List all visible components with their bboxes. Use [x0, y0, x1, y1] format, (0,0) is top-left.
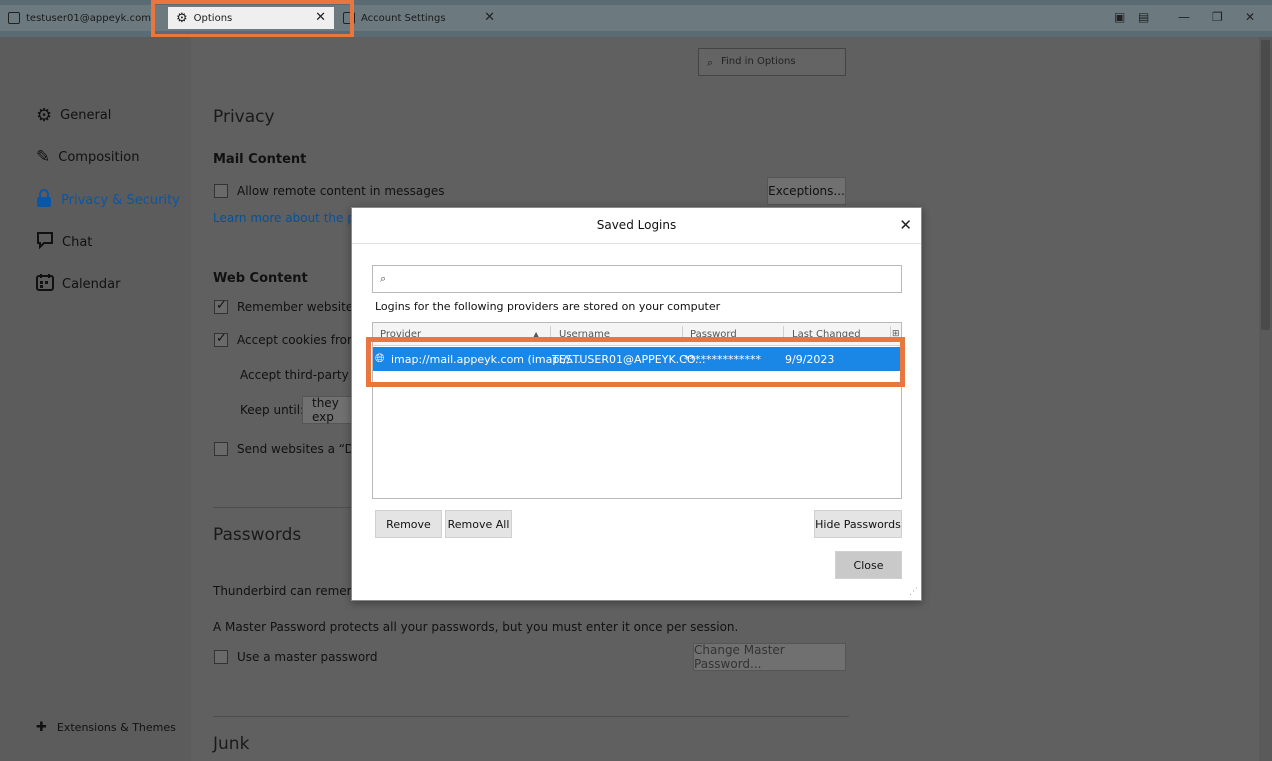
sidebar	[0, 37, 191, 761]
sidebar-item-label: Privacy & Security	[61, 192, 180, 208]
scrollbar-thumb[interactable]	[1261, 40, 1270, 330]
logins-description: Logins for the following providers are s…	[375, 300, 721, 313]
sidebar-item-label: Chat	[62, 234, 93, 250]
sidebar-item-label: Composition	[58, 149, 140, 165]
accept-cookies-checkbox[interactable]	[214, 331, 228, 347]
sidebar-item-label: Calendar	[62, 276, 121, 292]
close-icon[interactable]: ✕	[484, 10, 495, 25]
divider	[213, 716, 849, 717]
mail-icon	[8, 12, 20, 24]
saved-logins-dialog: Saved Logins ✕ ⌕ Logins for the followin…	[351, 207, 922, 601]
mail-content-heading: Mail Content	[213, 152, 307, 167]
remember-websites-checkbox[interactable]	[214, 298, 228, 314]
tab-mail[interactable]: testuser01@appeyk.com	[8, 7, 151, 29]
pencil-icon: ✎	[36, 147, 51, 167]
gear-icon: ⚙	[36, 105, 53, 126]
resize-grip-icon[interactable]: ⋰	[909, 587, 918, 597]
chat-icon	[36, 231, 54, 253]
calendar-icon	[36, 273, 54, 295]
third-party-label: Accept third-party co	[240, 368, 367, 382]
sidebar-item-label: General	[60, 108, 112, 123]
chat-icon[interactable]: ▣	[1114, 10, 1125, 24]
minimize-icon[interactable]: —	[1178, 10, 1190, 24]
extensions-label: Extensions & Themes	[56, 721, 176, 734]
allow-remote-checkbox[interactable]	[214, 184, 228, 198]
allow-remote-label: Allow remote content in messages	[237, 184, 445, 198]
remove-button[interactable]: Remove	[375, 510, 442, 538]
tab-account-settings[interactable]: Account Settings ✕	[343, 7, 503, 29]
close-window-icon[interactable]: ✕	[1245, 10, 1255, 24]
use-master-password-checkbox[interactable]	[214, 650, 228, 664]
remove-all-button[interactable]: Remove All	[445, 510, 512, 538]
do-not-track-checkbox[interactable]	[214, 442, 228, 456]
sidebar-item-privacy-security[interactable]: Privacy & Security	[36, 189, 180, 211]
find-in-options-input[interactable]: ⌕ Find in Options	[698, 48, 846, 76]
logins-search-input[interactable]: ⌕	[372, 265, 902, 293]
hide-passwords-button[interactable]: Hide Passwords	[814, 510, 902, 538]
learn-more-link[interactable]: Learn more about the priv	[213, 211, 370, 225]
master-password-description: A Master Password protects all your pass…	[213, 620, 739, 634]
sidebar-item-chat[interactable]: Chat	[36, 231, 92, 253]
tab-highlight	[151, 0, 354, 38]
search-icon: ⌕	[707, 56, 714, 69]
close-icon[interactable]: ✕	[899, 216, 912, 234]
calendar-icon[interactable]: ▤	[1138, 10, 1149, 24]
sidebar-item-composition[interactable]: ✎ Composition	[36, 147, 139, 167]
extensions-themes-link[interactable]: ✚ Extensions & Themes	[36, 720, 176, 735]
tab-account-label: Account Settings	[361, 12, 446, 24]
dialog-title: Saved Logins	[596, 218, 677, 232]
sidebar-item-general[interactable]: ⚙ General	[36, 105, 111, 126]
passwords-heading: Passwords	[213, 525, 302, 545]
use-master-password-label: Use a master password	[237, 650, 378, 664]
row-highlight	[366, 337, 905, 387]
keep-until-label: Keep until:	[240, 403, 305, 417]
accept-cookies-label: Accept cookies from s	[237, 333, 369, 347]
lock-icon	[36, 189, 52, 211]
exceptions-button[interactable]: Exceptions...	[767, 177, 846, 205]
close-button[interactable]: Close	[835, 551, 902, 579]
privacy-heading: Privacy	[213, 107, 275, 127]
puzzle-icon: ✚	[36, 720, 47, 735]
web-content-heading: Web Content	[213, 271, 308, 286]
junk-heading: Junk	[213, 734, 250, 754]
change-master-password-button[interactable]: Change Master Password...	[693, 643, 846, 671]
dialog-titlebar: Saved Logins ✕	[352, 208, 921, 244]
sidebar-item-calendar[interactable]: Calendar	[36, 273, 120, 295]
search-icon: ⌕	[380, 272, 387, 285]
restore-icon[interactable]: ❐	[1212, 10, 1223, 24]
tab-mail-label: testuser01@appeyk.com	[26, 12, 151, 24]
search-placeholder: Find in Options	[721, 56, 796, 67]
